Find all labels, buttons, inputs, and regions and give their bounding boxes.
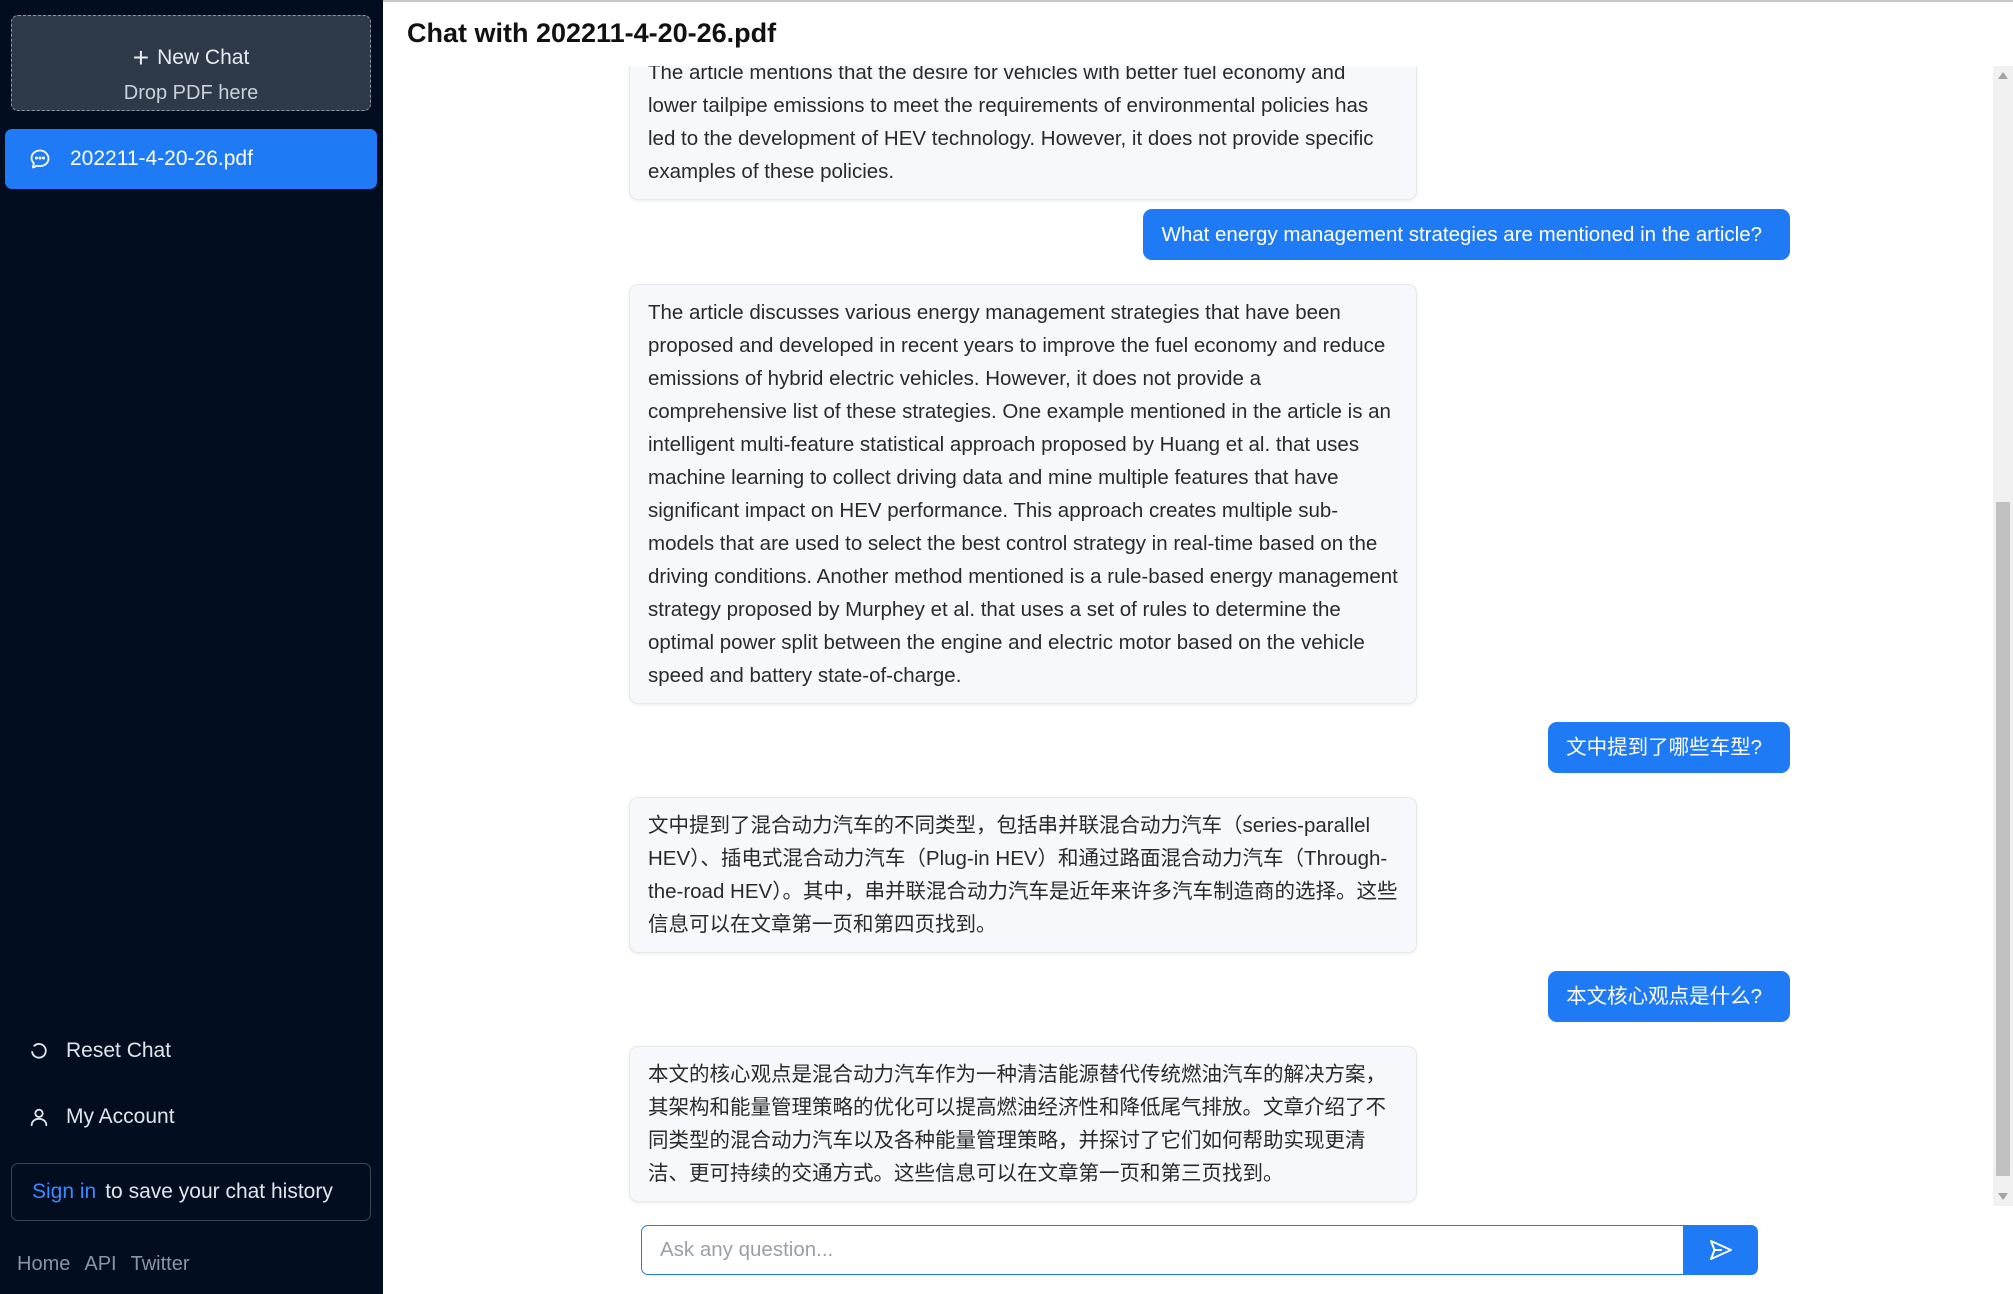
bot-message: The article discusses various energy man… [629, 284, 1417, 704]
user-message: 文中提到了哪些车型? [1548, 722, 1790, 773]
refresh-icon [28, 1040, 50, 1062]
user-icon [28, 1106, 50, 1128]
send-button[interactable] [1683, 1225, 1758, 1275]
plus-icon: + [132, 42, 150, 73]
sidebar: + New Chat Drop PDF here 202211-4-20-26.… [0, 0, 383, 1294]
bot-message: 本文的核心观点是混合动力汽车作为一种清洁能源替代传统燃油汽车的解决方案，其架构和… [629, 1046, 1417, 1202]
bot-message: The article mentions that the desire for… [629, 66, 1417, 200]
new-chat-label: New Chat [157, 46, 250, 69]
user-message: 本文核心观点是什么? [1548, 971, 1790, 1022]
page-title: Chat with 202211-4-20-26.pdf [407, 18, 777, 48]
bot-message: 文中提到了混合动力汽车的不同类型，包括串并联混合动力汽车（series-para… [629, 797, 1417, 953]
scroll-down-arrow-icon[interactable] [1998, 1193, 2008, 1200]
signin-text: to save your chat history [105, 1180, 333, 1203]
new-chat-dropzone[interactable]: + New Chat Drop PDF here [11, 15, 371, 111]
reset-chat-button[interactable]: Reset Chat [28, 1036, 171, 1066]
scrollbar-thumb[interactable] [1996, 502, 2010, 1176]
scroll-up-arrow-icon[interactable] [1998, 72, 2008, 79]
my-account-label: My Account [66, 1105, 175, 1128]
chat-history-item[interactable]: 202211-4-20-26.pdf [5, 129, 377, 189]
sign-in-link[interactable]: Sign in [32, 1180, 96, 1204]
footer-twitter-link[interactable]: Twitter [131, 1253, 190, 1276]
send-icon [1709, 1239, 1733, 1261]
my-account-button[interactable]: My Account [28, 1102, 175, 1132]
footer-links: Home API Twitter [17, 1253, 190, 1276]
drop-pdf-hint: Drop PDF here [123, 82, 259, 104]
signin-prompt: Sign in to save your chat history [11, 1163, 371, 1221]
top-border [383, 0, 2013, 2]
footer-home-link[interactable]: Home [17, 1253, 70, 1276]
footer-api-link[interactable]: API [84, 1253, 116, 1276]
question-form [641, 1225, 1758, 1275]
chat-history-label: 202211-4-20-26.pdf [70, 147, 253, 170]
reset-chat-label: Reset Chat [66, 1039, 172, 1062]
message-scrollbar[interactable] [1993, 66, 2013, 1206]
message-list[interactable]: The article mentions that the desire for… [383, 66, 1993, 1206]
question-input[interactable] [641, 1225, 1685, 1275]
chat-bubble-icon [28, 147, 52, 171]
user-message: What energy management strategies are me… [1143, 209, 1790, 260]
